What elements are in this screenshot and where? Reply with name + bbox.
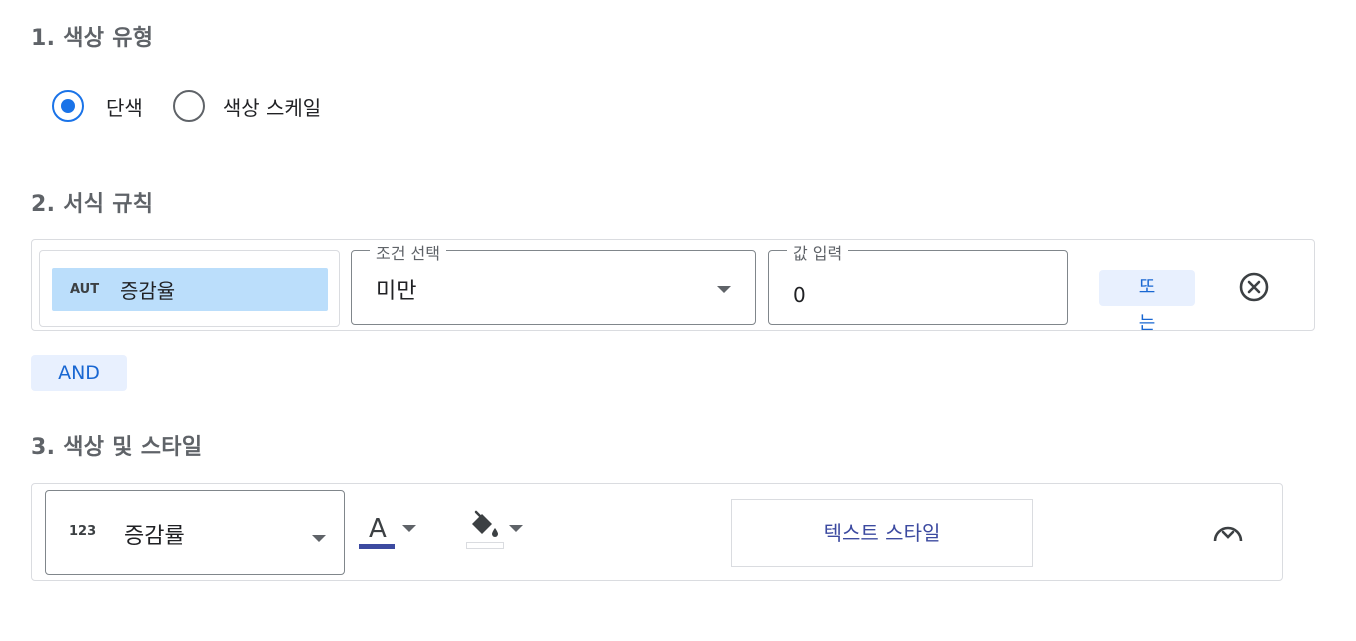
radio-solid[interactable] (52, 90, 84, 122)
chevron-down-icon (509, 525, 523, 532)
chevron-down-icon (402, 525, 416, 532)
color-style-row: 123 증감률 A 텍스트 스타일 (31, 483, 1283, 581)
text-style-button[interactable]: 텍스트 스타일 (731, 499, 1033, 567)
radio-option-color-scale[interactable]: 색상 스케일 (172, 90, 322, 122)
section-color-type-title: 1. 색상 유형 (31, 26, 154, 51)
condition-select-legend: 조건 선택 (370, 240, 446, 264)
fill-color-swatch (466, 542, 504, 549)
radio-solid-label: 단색 (106, 95, 143, 120)
value-input-text: 0 (793, 283, 806, 307)
rule-field-chip[interactable]: AUT 증감율 (52, 268, 328, 311)
radio-color-scale[interactable] (172, 90, 205, 122)
text-color-swatch (359, 544, 395, 549)
radio-option-solid[interactable]: 단색 (52, 90, 143, 122)
format-rule-row: AUT 증감율 조건 선택 미만 값 입력 0 또 는 (31, 239, 1315, 334)
condition-select[interactable]: 조건 선택 미만 (351, 240, 756, 325)
field-type-badge: AUT (70, 282, 100, 297)
section-format-rules-title: 2. 서식 규칙 (31, 192, 154, 217)
or-button-label-line2: 는 (1138, 313, 1156, 334)
or-button[interactable]: 또 는 (1099, 270, 1195, 334)
close-circle-icon[interactable] (1238, 271, 1270, 303)
section-color-style-title: 3. 색상 및 스타일 (31, 435, 203, 460)
field-type-badge: 123 (69, 524, 97, 539)
style-field-select[interactable]: 123 증감률 (45, 490, 345, 575)
value-input-legend: 값 입력 (787, 240, 849, 264)
condition-select-value: 미만 (376, 279, 417, 304)
rule-field-container: AUT 증감율 (39, 250, 340, 327)
text-color-button[interactable]: A (359, 514, 419, 552)
value-input[interactable]: 값 입력 0 (768, 240, 1068, 325)
conditional-format-panel: 1. 색상 유형 단색 색상 스케일 2. 서식 규칙 AUT 증감율 조건 선… (0, 0, 1356, 641)
color-type-radio-group: 단색 색상 스케일 (52, 90, 351, 122)
fill-color-button[interactable] (466, 508, 530, 552)
chevron-down-icon (312, 535, 326, 542)
field-name-label: 증감율 (120, 279, 176, 303)
or-button-label-line1: 또 (1138, 277, 1156, 298)
chevron-down-icon (717, 286, 731, 293)
paint-bucket-icon (472, 510, 498, 537)
field-name-label: 증감률 (124, 524, 185, 549)
radio-color-scale-label: 색상 스케일 (222, 95, 322, 120)
text-color-icon: A (369, 514, 387, 544)
close-circle-icon[interactable] (1212, 519, 1244, 543)
and-button[interactable]: AND (31, 355, 127, 391)
